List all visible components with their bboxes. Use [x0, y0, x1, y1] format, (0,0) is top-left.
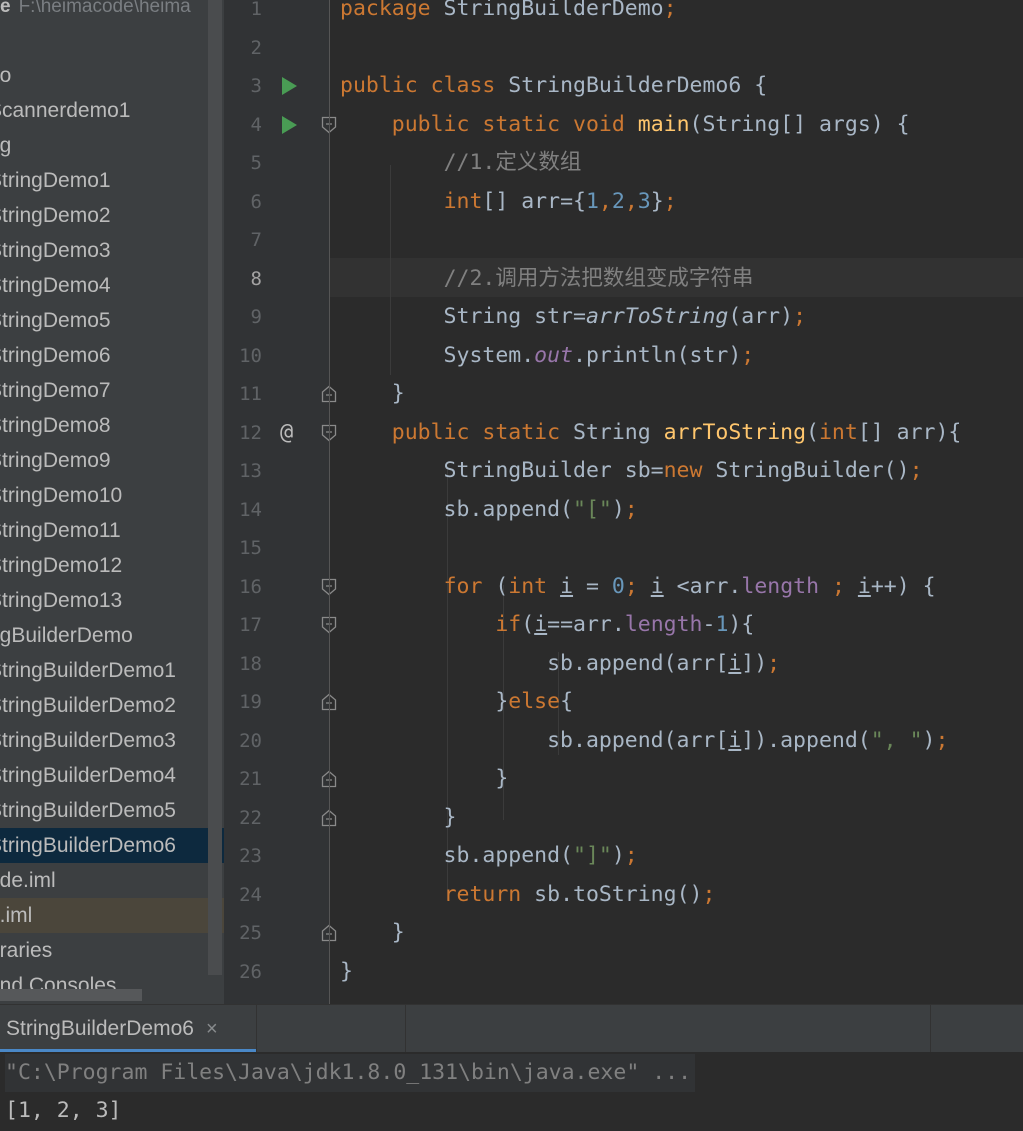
tree-item[interactable]: StringDemo10 [0, 478, 208, 513]
code-line[interactable]: sb.append("]"); [340, 837, 638, 876]
run-tab-label: StringBuilderDemo6 [6, 1017, 194, 1040]
code-line[interactable]: sb.append(arr[i]); [340, 645, 780, 684]
line-number: 18 [239, 652, 262, 675]
line-number: 4 [250, 113, 262, 136]
run-gutter-icon[interactable] [282, 77, 297, 95]
line-number: 26 [239, 960, 262, 983]
line-number: 25 [239, 922, 262, 944]
line-number: 21 [239, 768, 262, 790]
code-line[interactable]: int[] arr={1,2,3}; [340, 183, 677, 222]
tree-item[interactable]: ng [0, 128, 208, 163]
line-number: 1 [250, 0, 262, 20]
run-console[interactable]: "C:\Program Files\Java\jdk1.8.0_131\bin\… [0, 1052, 1023, 1131]
close-icon[interactable]: × [206, 1018, 218, 1040]
line-number: 13 [239, 460, 262, 482]
code-line[interactable]: //2.调用方法把数组变成字符串 [340, 260, 754, 299]
horizontal-scrollbar[interactable] [0, 989, 142, 1001]
line-number: 12 [239, 421, 262, 444]
tab-separator [256, 1005, 257, 1053]
project-tool-window: eF:\heimacode\heima noScannerdemo1ngStri… [0, 0, 224, 1004]
tree-item[interactable]: StringDemo8 [0, 408, 208, 443]
line-number: 5 [250, 152, 262, 174]
tree-item[interactable]: StringDemo7 [0, 373, 208, 408]
code-line[interactable]: sb.append(arr[i]).append(", "); [340, 722, 948, 761]
code-line[interactable]: sb.append("["); [340, 491, 638, 530]
code-line[interactable]: public static void main(String[] args) { [340, 106, 910, 145]
tree-item[interactable]: StringBuilderDemo2 [0, 688, 208, 723]
code-line[interactable]: package StringBuilderDemo; [340, 0, 677, 29]
code-line[interactable]: public class StringBuilderDemo6 { [340, 67, 767, 106]
code-line[interactable]: public static String arrToString(int[] a… [340, 414, 962, 453]
code-line[interactable]: } [340, 375, 405, 414]
run-tool-window-tabs: StringBuilderDemo6 × [0, 1004, 1023, 1053]
tree-item[interactable]: StringDemo9 [0, 443, 208, 478]
run-gutter-icon[interactable] [282, 115, 297, 134]
tree-item[interactable]: StringBuilderDemo4 [0, 758, 208, 793]
code-line[interactable]: } [340, 914, 405, 953]
project-header[interactable]: e F:\heimacode\heima [0, 0, 224, 18]
line-number: 3 [250, 75, 262, 97]
code-editor[interactable]: package StringBuilderDemo; public class S… [330, 0, 1023, 1004]
tree-item[interactable]: StringBuilderDemo5 [0, 793, 208, 828]
tree-item[interactable]: e.iml [0, 898, 224, 933]
code-line[interactable]: } [340, 953, 353, 992]
code-line[interactable]: for (int i = 0; i <arr.length ; i++) { [340, 568, 936, 607]
tree-item[interactable]: StringDemo5 [0, 303, 208, 338]
code-line[interactable]: //1.定义数组 [340, 144, 582, 183]
line-number: 7 [250, 229, 262, 251]
project-name: e [0, 0, 11, 17]
line-number: 22 [239, 806, 262, 829]
code-line[interactable]: }else{ [340, 683, 573, 722]
line-number: 8 [250, 267, 262, 290]
line-number: 16 [239, 575, 262, 598]
tab-separator [930, 1005, 931, 1053]
tree-item[interactable]: StringDemo13 [0, 583, 208, 618]
code-line[interactable]: System.out.println(str); [340, 337, 755, 376]
console-output-line: [1, 2, 3] [5, 1098, 122, 1123]
tree-item[interactable]: no [0, 58, 208, 93]
tree-item[interactable]: StringDemo2 [0, 198, 208, 233]
line-number: 2 [250, 36, 262, 59]
code-line[interactable]: } [340, 799, 457, 838]
code-line[interactable]: } [340, 760, 508, 799]
tree-item[interactable]: StringBuilderDemo3 [0, 723, 208, 758]
code-line[interactable]: String str=arrToString(arr); [340, 298, 806, 337]
tree-item[interactable]: StringDemo12 [0, 548, 208, 583]
line-number: 23 [239, 845, 262, 867]
override-gutter-icon[interactable]: @ [280, 414, 293, 453]
tree-item[interactable]: StringDemo6 [0, 338, 208, 373]
project-path: F:\heimacode\heima [18, 0, 191, 17]
code-line[interactable]: return sb.toString(); [340, 876, 716, 915]
tree-item[interactable]: StringDemo4 [0, 268, 208, 303]
tree-item[interactable]: StringDemo1 [0, 163, 208, 198]
run-tab-stringbuilderdemo6[interactable]: StringBuilderDemo6 × [0, 1005, 256, 1053]
tab-separator [405, 1005, 406, 1053]
line-number: 19 [239, 691, 262, 713]
line-number: 11 [239, 383, 262, 405]
tree-item[interactable]: StringDemo11 [0, 513, 208, 548]
line-number: 20 [239, 729, 262, 752]
tree-item[interactable]: braries [0, 933, 208, 968]
line-number: 6 [250, 190, 262, 213]
line-number: 15 [239, 537, 262, 559]
code-line[interactable]: StringBuilder sb=new StringBuilder(); [340, 452, 923, 491]
line-number: 24 [239, 883, 262, 906]
line-number: 9 [250, 306, 262, 328]
tree-item[interactable]: ode.iml [0, 863, 208, 898]
vertical-scrollbar[interactable] [208, 0, 222, 975]
line-number: 14 [239, 498, 262, 521]
line-number: 10 [239, 344, 262, 367]
tree-item[interactable]: StringBuilderDemo1 [0, 653, 208, 688]
console-command-line: "C:\Program Files\Java\jdk1.8.0_131\bin\… [5, 1054, 696, 1092]
tree-item[interactable]: Scannerdemo1 [0, 93, 208, 128]
code-line[interactable]: if(i==arr.length-1){ [340, 606, 754, 645]
line-number: 17 [239, 614, 262, 636]
tree-item[interactable]: StringBuilderDemo6 [0, 828, 224, 863]
tree-item[interactable]: ngBuilderDemo [0, 618, 208, 653]
tree-item[interactable]: StringDemo3 [0, 233, 208, 268]
